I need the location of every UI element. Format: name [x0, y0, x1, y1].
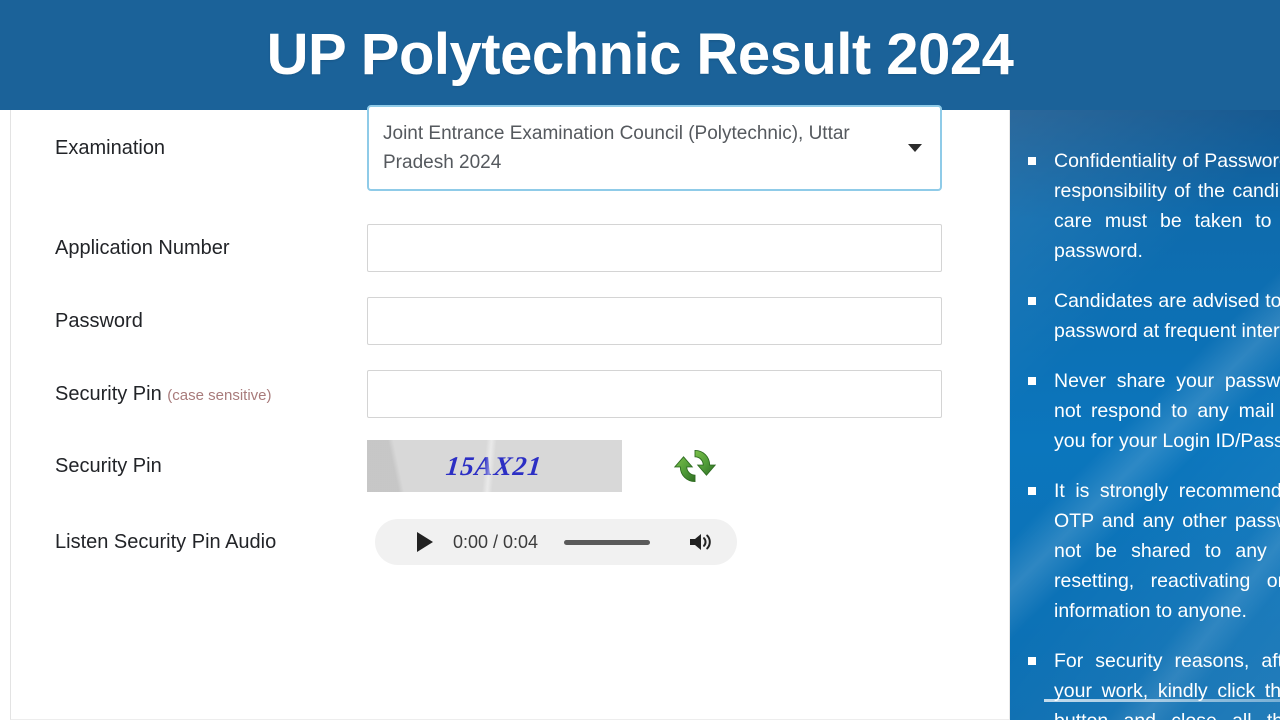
label-listen-audio: Listen Security Pin Audio [55, 530, 277, 553]
password-input[interactable] [367, 297, 942, 345]
play-icon[interactable] [417, 532, 433, 552]
audio-progress-slider[interactable] [564, 539, 651, 545]
label-case-sensitive-hint: (case sensitive) [167, 386, 272, 404]
instruction-item: It is strongly recommended that the OTP … [1028, 476, 1280, 626]
bullet-icon [1028, 157, 1036, 165]
captcha-text: 15AX21 [444, 450, 545, 481]
bullet-icon [1028, 657, 1036, 665]
label-application-number: Application Number [55, 236, 230, 259]
label-examination: Examination [55, 136, 166, 159]
refresh-captcha-button[interactable] [671, 442, 719, 490]
page-root: UP Polytechnic Result 2024 Examination J… [0, 0, 1280, 720]
instructions-list: Confidentiality of Password is the sole … [1010, 110, 1280, 720]
instruction-item: Never share your password and do not res… [1028, 366, 1280, 456]
audio-time-display: 0:00 / 0:04 [453, 531, 539, 552]
chevron-down-icon [908, 144, 922, 152]
label-password: Password [55, 309, 143, 332]
label-captcha: Security Pin [55, 454, 162, 477]
page-title: UP Polytechnic Result 2024 [266, 22, 1014, 87]
security-pin-input[interactable] [367, 370, 942, 418]
login-form-panel: Examination Joint Entrance Examination C… [10, 105, 1010, 720]
instruction-item: Confidentiality of Password is the sole … [1028, 146, 1280, 266]
refresh-icon [673, 449, 717, 483]
instruction-text: Candidates are advised to change the pas… [1054, 290, 1280, 342]
application-number-input[interactable] [367, 224, 942, 272]
examination-select-value: Joint Entrance Examination Council (Poly… [383, 122, 850, 173]
instruction-item: For security reasons, after finishing yo… [1028, 646, 1280, 720]
volume-button[interactable] [687, 530, 713, 554]
examination-select[interactable]: Joint Entrance Examination Council (Poly… [367, 105, 942, 191]
bullet-icon [1028, 487, 1036, 495]
bullet-icon [1028, 377, 1036, 385]
instruction-text: For security reasons, after finishing yo… [1054, 650, 1280, 720]
panel-divider [1044, 699, 1280, 702]
instruction-text: Never share your password and do not res… [1054, 370, 1280, 452]
audio-player[interactable]: 0:00 / 0:04 [375, 519, 737, 565]
label-security-pin: Security Pin (case sensitive) [55, 383, 271, 406]
page-header-banner: UP Polytechnic Result 2024 [0, 0, 1280, 110]
captcha-image: 15AX21 [367, 440, 622, 492]
instructions-panel: Confidentiality of Password is the sole … [1010, 110, 1280, 720]
label-security-pin-text: Security Pin [55, 382, 162, 405]
bullet-icon [1028, 297, 1036, 305]
volume-icon [690, 534, 711, 550]
instruction-text: Confidentiality of Password is the sole … [1054, 150, 1280, 262]
instruction-text: It is strongly recommended that the OTP … [1054, 480, 1280, 622]
instruction-item: Candidates are advised to change the pas… [1028, 286, 1280, 346]
